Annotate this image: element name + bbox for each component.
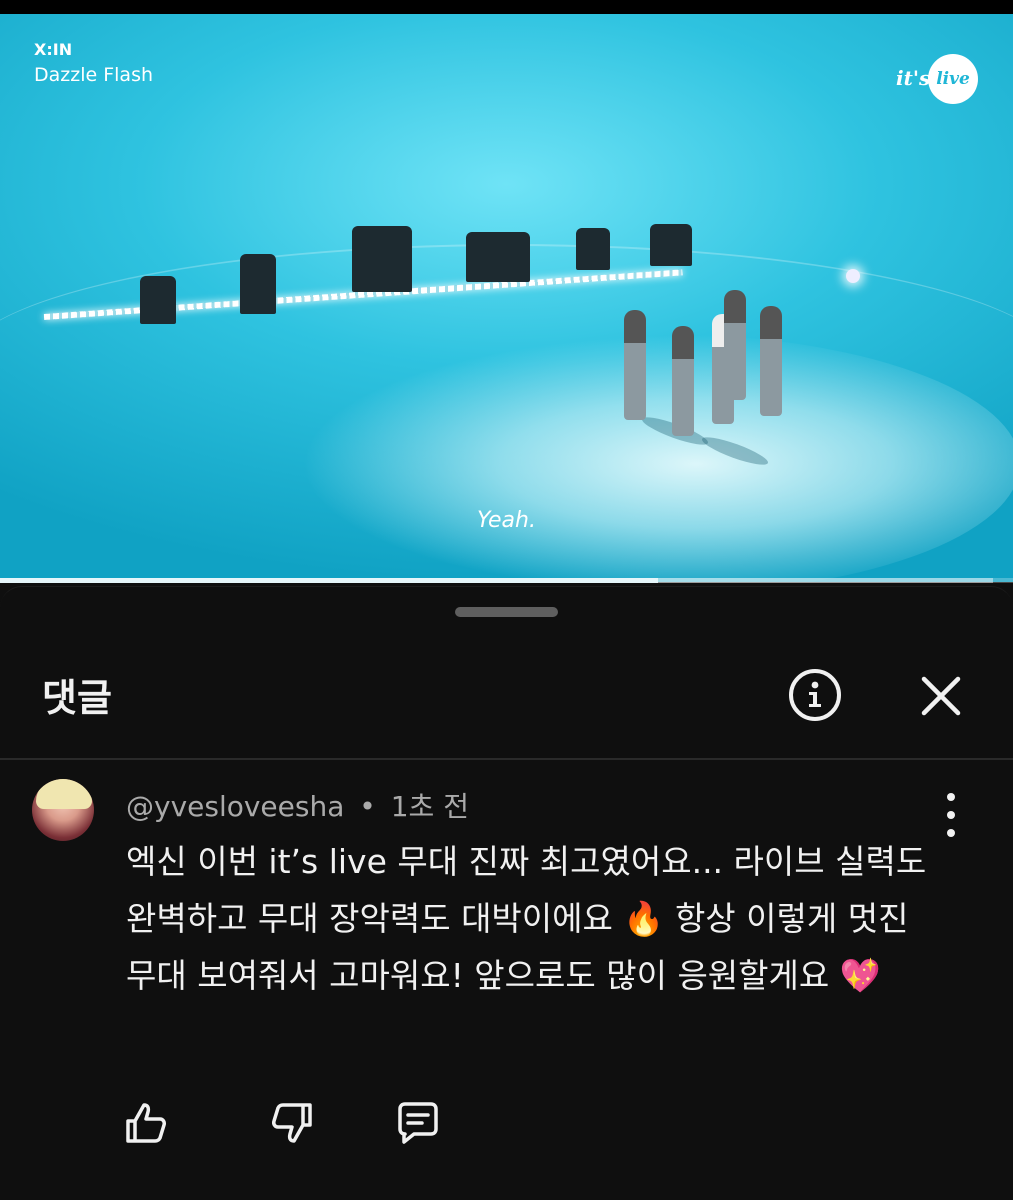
more-vertical-icon — [947, 829, 955, 837]
video-progress-bar[interactable] — [0, 578, 1013, 583]
dancer — [724, 290, 746, 400]
stage-light-pool — [300, 334, 1013, 582]
header-divider — [0, 758, 1013, 760]
comment-author[interactable]: @yvesloveesha — [126, 790, 344, 823]
status-bar — [0, 0, 1013, 14]
info-icon — [809, 681, 821, 707]
video-song-title: Dazzle Flash — [34, 64, 154, 86]
dislike-button[interactable] — [268, 1099, 316, 1147]
video-artist: X:IN — [34, 40, 73, 59]
channel-logo: live — [928, 54, 978, 104]
drag-handle[interactable] — [455, 607, 558, 617]
info-button[interactable] — [789, 669, 841, 721]
percussion-set — [352, 226, 412, 292]
guitarist — [240, 254, 276, 314]
meta-separator: • — [359, 790, 376, 823]
more-vertical-icon — [947, 811, 955, 819]
stage-spotlight — [846, 269, 860, 283]
avatar-hair — [36, 779, 92, 809]
synth-player — [650, 224, 692, 266]
comments-panel: 댓글 @yvesloveesha • 1초 전 엑신 이번 it’s live … — [0, 586, 1013, 1200]
channel-logo-prefix: it's — [896, 66, 931, 90]
thumbs-down-icon — [272, 1103, 312, 1143]
like-button[interactable] — [122, 1099, 170, 1147]
comment-actions — [122, 1099, 482, 1149]
reply-icon — [398, 1102, 438, 1144]
more-options-button[interactable] — [938, 793, 964, 837]
dancer — [672, 326, 694, 436]
thumbs-up-icon — [126, 1103, 166, 1143]
keyboardist — [140, 276, 176, 324]
comment-meta: @yvesloveesha • 1초 전 — [126, 785, 469, 825]
dancer — [760, 306, 782, 416]
more-vertical-icon — [947, 793, 955, 801]
close-icon — [921, 676, 961, 716]
video-subtitle: Yeah. — [477, 508, 536, 533]
comment-time: 1초 전 — [390, 790, 469, 823]
bassist — [576, 228, 610, 270]
close-button[interactable] — [916, 671, 966, 721]
video-player[interactable]: X:IN Dazzle Flash it's live Yeah. — [0, 14, 1013, 582]
drum-kit — [466, 232, 530, 282]
progress-played — [0, 578, 659, 583]
comment-text: 엑신 이번 it’s live 무대 진짜 최고였어요... 라이브 실력도 완… — [126, 842, 927, 995]
dancer — [624, 310, 646, 420]
reply-button[interactable] — [394, 1099, 442, 1147]
avatar[interactable] — [32, 779, 94, 841]
panel-title: 댓글 — [42, 676, 112, 720]
